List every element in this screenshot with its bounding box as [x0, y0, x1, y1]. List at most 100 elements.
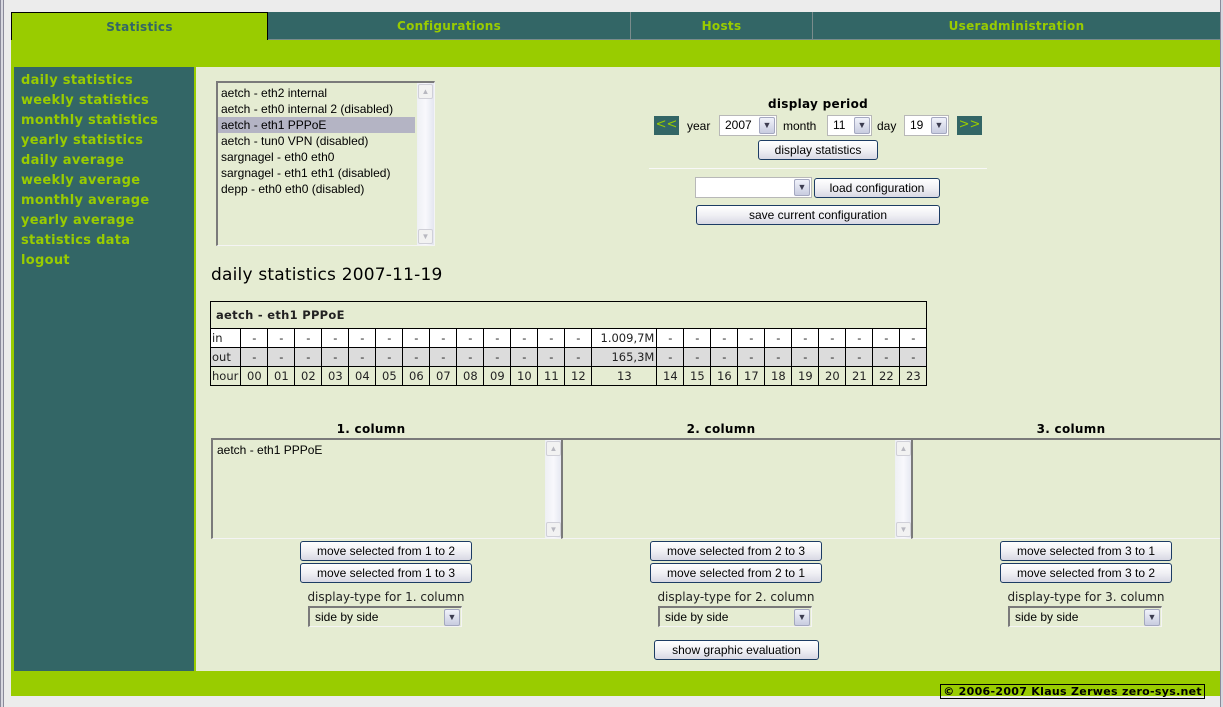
hour-cell: 06: [402, 366, 431, 386]
column-2-display-type-select[interactable]: side by side ▼: [658, 606, 812, 627]
in-value-cell: -: [737, 328, 766, 348]
interface-option[interactable]: depp - eth0 eth0 (disabled): [218, 181, 434, 197]
interface-option-selected[interactable]: aetch - eth1 PPPoE: [218, 117, 415, 133]
column-1-display-type-label: display-type for 1. column: [307, 590, 465, 604]
move-2-to-3-button[interactable]: move selected from 2 to 3: [650, 541, 822, 561]
out-value-cell: -: [899, 347, 928, 367]
sidebar-item-yearly-average[interactable]: yearly average: [14, 212, 194, 232]
column-2-listbox[interactable]: ▲ ▼: [561, 438, 912, 539]
interface-option[interactable]: aetch - eth0 internal 2 (disabled): [218, 101, 434, 117]
scroll-down-icon[interactable]: ▼: [546, 522, 561, 537]
day-select[interactable]: 19 ▼: [904, 115, 949, 136]
previous-period-button[interactable]: <<: [654, 116, 679, 135]
column-3-title: 3. column: [1036, 422, 1106, 436]
scroll-up-icon[interactable]: ▲: [546, 441, 561, 456]
sidebar-item-monthly-average[interactable]: monthly average: [14, 192, 194, 212]
tab-statistics[interactable]: Statistics: [11, 12, 268, 40]
sidebar-item-daily-average[interactable]: daily average: [14, 152, 194, 172]
interface-option[interactable]: aetch - eth2 internal: [218, 85, 434, 101]
column-3-listbox[interactable]: [911, 438, 1220, 539]
out-value-cell: -: [791, 347, 820, 367]
out-value-cell: -: [402, 347, 431, 367]
column-1-listbox[interactable]: aetch - eth1 PPPoE ▲ ▼: [211, 438, 562, 539]
chevron-down-icon: ▼: [794, 179, 810, 196]
scroll-down-icon[interactable]: ▼: [896, 522, 911, 537]
year-value: 2007: [725, 118, 752, 132]
chevron-down-icon: ▼: [931, 117, 947, 134]
sidebar-item-logout[interactable]: logout: [14, 252, 194, 272]
show-graphic-evaluation-button[interactable]: show graphic evaluation: [654, 640, 819, 660]
in-value-cell: -: [456, 328, 485, 348]
sidebar-item-daily-statistics[interactable]: daily statistics: [14, 72, 194, 92]
footer: © 2006-2007 Klaus Zerwes zero-sys.net: [11, 671, 1220, 699]
out-value-cell: -: [483, 347, 512, 367]
tab-useradministration[interactable]: Useradministration: [813, 12, 1220, 40]
out-value-cell: -: [683, 347, 712, 367]
row-header-hour: hour: [209, 366, 242, 386]
table-row-hour: hour 00 01 02 03 04 05 06 07 08 09 10 11 12 13 14 15 16 1…: [209, 366, 928, 386]
configuration-select[interactable]: ▼: [695, 177, 812, 198]
scroll-up-icon[interactable]: ▲: [418, 84, 433, 99]
out-value-cell: -: [656, 347, 685, 367]
move-3-to-1-button[interactable]: move selected from 3 to 1: [1000, 541, 1172, 561]
interface-option[interactable]: aetch - tun0 VPN (disabled): [218, 133, 434, 149]
in-value-cell: -: [845, 328, 874, 348]
hour-cell: 21: [845, 366, 874, 386]
interface-listbox-scrollbar[interactable]: ▲ ▼: [417, 83, 434, 245]
tab-hosts[interactable]: Hosts: [631, 12, 813, 40]
hour-cell: 23: [899, 366, 928, 386]
interface-option[interactable]: sargnagel - eth0 eth0: [218, 149, 434, 165]
in-value-cell: -: [872, 328, 901, 348]
in-value-cell: -: [267, 328, 296, 348]
load-configuration-button[interactable]: load configuration: [814, 178, 940, 198]
sidebar-item-statistics-data[interactable]: statistics data: [14, 232, 194, 252]
sidebar-item-weekly-statistics[interactable]: weekly statistics: [14, 92, 194, 112]
sidebar-item-yearly-statistics[interactable]: yearly statistics: [14, 132, 194, 152]
out-value-cell: -: [429, 347, 458, 367]
column-3-display-type-select[interactable]: side by side ▼: [1008, 606, 1162, 627]
column-1-scrollbar[interactable]: ▲ ▼: [545, 440, 562, 538]
next-period-button[interactable]: >>: [957, 116, 982, 135]
in-value-cell: -: [899, 328, 928, 348]
out-value-cell: -: [348, 347, 377, 367]
chevron-down-icon: ▼: [1144, 609, 1160, 626]
scroll-down-icon[interactable]: ▼: [418, 229, 433, 244]
in-value-cell: -: [818, 328, 847, 348]
column-3-display-type-label: display-type for 3. column: [1007, 590, 1165, 604]
tab-configurations[interactable]: Configurations: [268, 12, 631, 40]
hour-cell: 05: [375, 366, 404, 386]
hour-cell: 01: [267, 366, 296, 386]
display-period-title: display period: [767, 97, 869, 111]
chevron-down-icon: ▼: [444, 609, 460, 626]
sidebar-item-monthly-statistics[interactable]: monthly statistics: [14, 112, 194, 132]
interface-option[interactable]: sargnagel - eth1 eth1 (disabled): [218, 165, 434, 181]
column-1-display-type-select[interactable]: side by side ▼: [308, 606, 462, 627]
out-value-cell: 165,3M: [591, 347, 658, 367]
move-3-to-2-button[interactable]: move selected from 3 to 2: [1000, 563, 1172, 583]
hour-cell: 10: [510, 366, 539, 386]
table-caption: aetch - eth1 PPPoE: [209, 301, 928, 329]
out-value-cell: -: [710, 347, 739, 367]
column-2-display-type-label: display-type for 2. column: [657, 590, 815, 604]
column-2-scrollbar[interactable]: ▲ ▼: [895, 440, 912, 538]
year-label: year: [687, 119, 711, 133]
sidebar-item-weekly-average[interactable]: weekly average: [14, 172, 194, 192]
hour-cell: 14: [656, 366, 685, 386]
out-value-cell: -: [537, 347, 566, 367]
month-select[interactable]: 11 ▼: [827, 115, 872, 136]
row-header-in: in: [209, 328, 242, 348]
save-configuration-button[interactable]: save current configuration: [696, 205, 940, 225]
move-1-to-2-button[interactable]: move selected from 1 to 2: [300, 541, 472, 561]
interface-listbox[interactable]: aetch - eth2 internal aetch - eth0 inter…: [216, 81, 435, 246]
column-1-item[interactable]: aetch - eth1 PPPoE: [213, 442, 562, 458]
column-2-display-type-value: side by side: [665, 610, 729, 624]
column-2-title: 2. column: [686, 422, 756, 436]
move-2-to-1-button[interactable]: move selected from 2 to 1: [650, 563, 822, 583]
hour-cell: 12: [564, 366, 593, 386]
move-1-to-3-button[interactable]: move selected from 1 to 3: [300, 563, 472, 583]
column-1-title: 1. column: [336, 422, 406, 436]
chevron-down-icon: ▼: [794, 609, 810, 626]
year-select[interactable]: 2007 ▼: [719, 115, 777, 136]
scroll-up-icon[interactable]: ▲: [896, 441, 911, 456]
display-statistics-button[interactable]: display statistics: [758, 140, 878, 160]
